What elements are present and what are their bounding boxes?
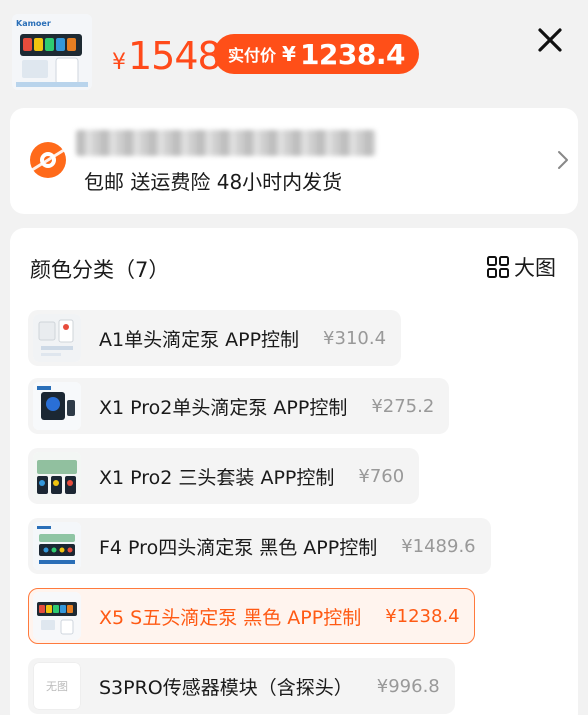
option-price: ¥1489.6 (401, 535, 476, 557)
option-name: X5 S五头滴定泵 黑色 APP控制 (99, 606, 362, 629)
option-name: A1单头滴定泵 APP控制 (99, 328, 300, 351)
option-thumbnail (33, 382, 81, 430)
option-thumbnail (33, 452, 81, 500)
big-image-toggle[interactable]: 大图 (486, 252, 556, 282)
original-price-symbol: ¥ (112, 50, 126, 75)
option-price: ¥275.2 (371, 395, 435, 417)
option-price: ¥760 (358, 465, 405, 487)
option-name: X1 Pro2单头滴定泵 APP控制 (99, 396, 348, 419)
color-option[interactable]: 无图 S3PRO传感器模块（含探头） ¥996.8 (28, 658, 455, 714)
product-image: Kamoer (12, 14, 92, 90)
color-options-card: 颜色分类（7） 大图 A1单头滴定泵 APP控制 ¥310.4 X1 Pro2单… (10, 228, 578, 715)
shipping-address-card[interactable]: 包邮 送运费险 48小时内发货 (10, 108, 578, 214)
color-option-selected[interactable]: X5 S五头滴定泵 黑色 APP控制 ¥1238.4 (28, 588, 475, 644)
option-name: S3PRO传感器模块（含探头） (99, 676, 353, 699)
product-thumbnail[interactable]: Kamoer (12, 14, 92, 90)
big-image-label: 大图 (514, 256, 556, 280)
option-price: ¥1238.4 (385, 605, 460, 627)
option-name: F4 Pro四头滴定泵 黑色 APP控制 (99, 536, 378, 559)
grid-view-icon (487, 256, 509, 278)
original-price: ¥ 1548 (112, 34, 222, 78)
original-price-value: 1548 (128, 34, 222, 78)
paid-price-value: 1238.4 (299, 37, 406, 71)
no-image-placeholder: 无图 (33, 662, 81, 710)
paid-price-badge: 实付价 ¥ 1238.4 (214, 34, 419, 74)
close-button[interactable] (536, 26, 564, 54)
option-name: X1 Pro2 三头套装 APP控制 (99, 466, 335, 489)
close-icon (538, 28, 562, 52)
color-option[interactable]: F4 Pro四头滴定泵 黑色 APP控制 ¥1489.6 (28, 518, 491, 574)
option-thumbnail (33, 592, 81, 640)
color-option[interactable]: X1 Pro2单头滴定泵 APP控制 ¥275.2 (28, 378, 450, 434)
product-brand-mark: Kamoer (16, 19, 51, 28)
option-price: ¥996.8 (376, 675, 440, 697)
option-price: ¥310.4 (323, 327, 387, 349)
sku-header: Kamoer ¥ 1548 实付价 ¥ 1238.4 (0, 0, 588, 100)
option-thumbnail: 无图 (33, 662, 81, 710)
location-pin-icon (28, 140, 68, 180)
option-thumbnail (33, 314, 81, 362)
shipping-features: 包邮 送运费险 48小时内发货 (84, 170, 343, 194)
color-option[interactable]: X1 Pro2 三头套装 APP控制 ¥760 (28, 448, 420, 504)
paid-price-label: 实付价 (228, 46, 277, 65)
color-section-title: 颜色分类（7） (30, 258, 170, 282)
color-option[interactable]: A1单头滴定泵 APP控制 ¥310.4 (28, 310, 402, 366)
paid-price-symbol: ¥ (282, 42, 296, 66)
chevron-right-icon (554, 148, 572, 172)
option-thumbnail (33, 522, 81, 570)
redacted-address (76, 130, 376, 156)
